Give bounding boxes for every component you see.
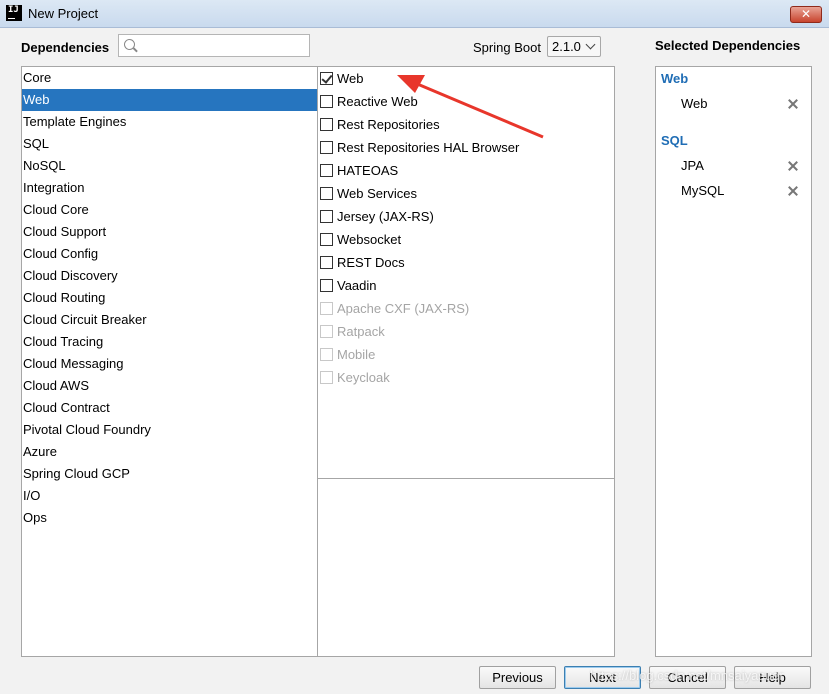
- dependency-label: Mobile: [337, 347, 376, 362]
- checkbox-icon: [320, 348, 333, 361]
- checkbox-icon[interactable]: [320, 118, 333, 131]
- intellij-logo-icon: IJ: [6, 5, 22, 21]
- checkbox-icon[interactable]: [320, 95, 333, 108]
- dependency-checkbox-row: Apache CXF (JAX-RS): [318, 297, 614, 320]
- dependency-checkbox-row: Mobile: [318, 343, 614, 366]
- selected-item-web: Web: [681, 96, 708, 111]
- category-item[interactable]: Pivotal Cloud Foundry: [22, 419, 317, 441]
- remove-web-icon[interactable]: [788, 99, 798, 109]
- remove-mysql-icon[interactable]: [788, 186, 798, 196]
- previous-button[interactable]: Previous: [479, 666, 556, 689]
- spring-boot-version-value: 2.1.0: [552, 39, 581, 54]
- category-item[interactable]: Core: [22, 67, 317, 89]
- dependency-label: Apache CXF (JAX-RS): [337, 301, 470, 316]
- dependency-checkbox-row[interactable]: Jersey (JAX-RS): [318, 205, 614, 228]
- category-item[interactable]: Cloud Circuit Breaker: [22, 309, 317, 331]
- dependency-checkbox-row: Keycloak: [318, 366, 614, 389]
- selected-item-mysql: MySQL: [681, 183, 725, 198]
- dependency-label: Ratpack: [337, 324, 385, 339]
- category-item[interactable]: Cloud Config: [22, 243, 317, 265]
- checkbox-icon: [320, 371, 333, 384]
- checkbox-icon[interactable]: [320, 187, 333, 200]
- search-icon: [124, 39, 135, 50]
- dependency-label: Web: [337, 71, 364, 86]
- category-list[interactable]: Core Web Template Engines SQL NoSQL Integrati…: [21, 66, 318, 657]
- dependency-checkbox-row[interactable]: Websocket: [318, 228, 614, 251]
- category-item[interactable]: Cloud Messaging: [22, 353, 317, 375]
- category-item[interactable]: Cloud Tracing: [22, 331, 317, 353]
- remove-jpa-icon[interactable]: [788, 161, 798, 171]
- selected-dependencies-title: Selected Dependencies: [655, 38, 801, 53]
- dependency-label: REST Docs: [337, 255, 405, 270]
- spring-boot-label: Spring Boot: [473, 40, 541, 55]
- selected-dependencies-panel: Web Web SQL JPA MySQL: [655, 66, 812, 657]
- checkbox-icon: [320, 302, 333, 315]
- chevron-down-icon: [585, 39, 596, 50]
- category-item[interactable]: Integration: [22, 177, 317, 199]
- dependency-label: HATEOAS: [337, 163, 399, 178]
- dependency-description-panel: [317, 478, 615, 657]
- checkmark-icon: [321, 72, 333, 84]
- checkbox-icon[interactable]: [320, 279, 333, 292]
- checkbox-icon[interactable]: [320, 141, 333, 154]
- dependency-checkbox-row: Ratpack: [318, 320, 614, 343]
- selected-group-web: Web: [661, 71, 689, 86]
- title-bar: IJ New Project ✕: [0, 0, 829, 28]
- category-item[interactable]: NoSQL: [22, 155, 317, 177]
- checkbox-icon[interactable]: [320, 210, 333, 223]
- category-item[interactable]: Ops: [22, 507, 317, 529]
- watermark-text: https://blog.csdn.net/mnsaiyasuer: [590, 668, 784, 683]
- dependency-label: Keycloak: [337, 370, 390, 385]
- category-item[interactable]: Azure: [22, 441, 317, 463]
- dependency-checkbox-row[interactable]: Web Services: [318, 182, 614, 205]
- category-item[interactable]: Cloud Support: [22, 221, 317, 243]
- selected-group-sql: SQL: [661, 133, 688, 148]
- checkbox-icon[interactable]: [320, 164, 333, 177]
- dependency-search-input[interactable]: [118, 34, 310, 57]
- checkbox-icon[interactable]: [320, 256, 333, 269]
- window-title: New Project: [28, 6, 99, 21]
- category-item[interactable]: I/O: [22, 485, 317, 507]
- dependency-checkbox-row[interactable]: Vaadin: [318, 274, 614, 297]
- spring-boot-version-select[interactable]: 2.1.0: [547, 36, 601, 57]
- category-item[interactable]: Cloud Core: [22, 199, 317, 221]
- dependency-label: Jersey (JAX-RS): [337, 209, 434, 224]
- dependencies-label: Dependencies: [21, 40, 110, 55]
- window-close-button[interactable]: ✕: [790, 6, 822, 23]
- checkbox-icon[interactable]: [320, 233, 333, 246]
- checkbox-checked-icon[interactable]: [320, 72, 333, 85]
- category-item[interactable]: Template Engines: [22, 111, 317, 133]
- category-item[interactable]: Cloud AWS: [22, 375, 317, 397]
- dependency-checkbox-row[interactable]: REST Docs: [318, 251, 614, 274]
- category-item[interactable]: Spring Cloud GCP: [22, 463, 317, 485]
- category-item[interactable]: Web: [22, 89, 317, 111]
- category-item[interactable]: SQL: [22, 133, 317, 155]
- new-project-dialog: Dependencies Spring Boot 2.1.0 Core Web Te…: [0, 28, 829, 694]
- category-item[interactable]: Cloud Contract: [22, 397, 317, 419]
- selected-item-jpa: JPA: [681, 158, 704, 173]
- category-item[interactable]: Cloud Routing: [22, 287, 317, 309]
- annotation-arrow-icon: [397, 75, 544, 139]
- checkbox-icon: [320, 325, 333, 338]
- dependency-label: Web Services: [337, 186, 417, 201]
- dependency-checkbox-row[interactable]: HATEOAS: [318, 159, 614, 182]
- dependency-label: Vaadin: [337, 278, 377, 293]
- dependency-label: Websocket: [337, 232, 402, 247]
- category-item[interactable]: Cloud Discovery: [22, 265, 317, 287]
